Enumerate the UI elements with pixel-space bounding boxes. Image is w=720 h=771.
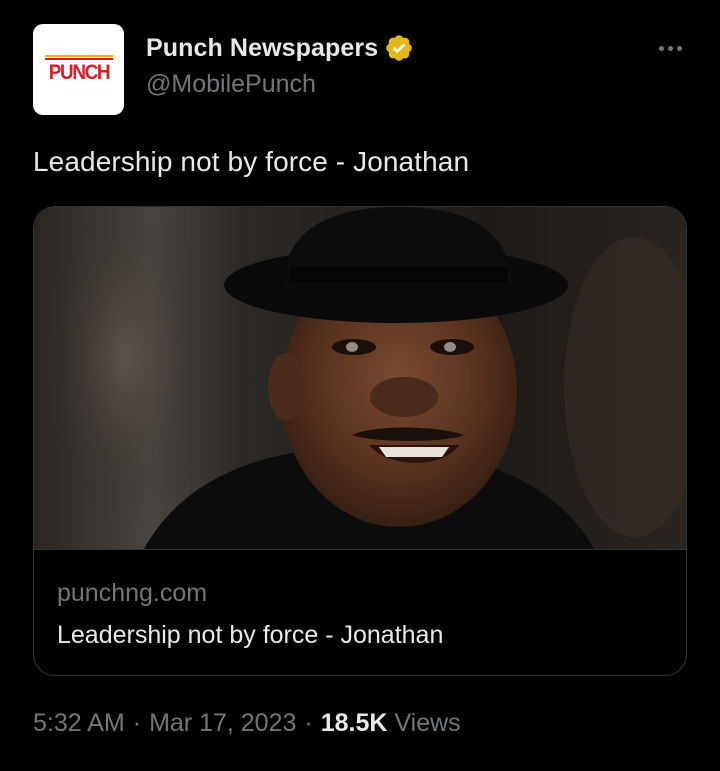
tweet-meta: 5:32 AM · Mar 17, 2023 · 18.5K Views [33, 709, 461, 738]
views-label[interactable]: Views [394, 709, 460, 738]
link-card[interactable]: punchng.com Leadership not by force - Jo… [33, 206, 687, 676]
tweet-date[interactable]: Mar 17, 2023 [149, 709, 296, 738]
more-dot [667, 45, 673, 51]
punch-logo-icon: PUNCH [41, 54, 117, 85]
author-display-name[interactable]: Punch Newspapers [146, 34, 378, 63]
views-count[interactable]: 18.5K [321, 709, 388, 738]
card-title[interactable]: Leadership not by force - Jonathan [57, 621, 443, 650]
logo-text: PUNCH [48, 60, 110, 84]
tweet-text: Leadership not by force - Jonathan [33, 146, 470, 177]
more-dot [676, 45, 682, 51]
card-domain: punchng.com [57, 579, 208, 607]
verified-badge-icon[interactable] [384, 33, 414, 63]
more-dot [658, 45, 664, 51]
author-handle[interactable]: @MobilePunch [146, 70, 316, 99]
author-avatar[interactable]: PUNCH [33, 24, 124, 115]
tweet-time[interactable]: 5:32 AM [33, 709, 125, 738]
meta-separator: · [304, 709, 313, 737]
meta-separator: · [132, 709, 142, 737]
card-divider [34, 549, 686, 550]
more-options-icon[interactable] [650, 34, 690, 62]
article-photo[interactable] [34, 207, 686, 549]
author-name-row[interactable]: Punch Newspapers [146, 31, 414, 65]
